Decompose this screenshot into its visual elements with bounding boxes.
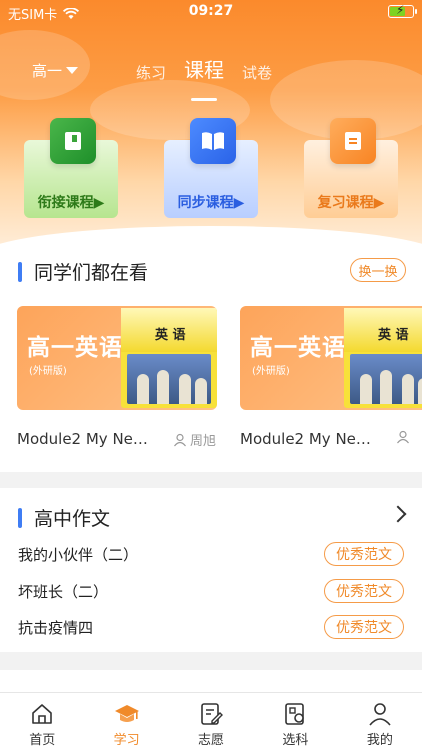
title-accent-bar	[18, 261, 22, 282]
nav-mine-label: 我的	[366, 733, 393, 748]
app-screen: 无SIM卡 09:27 ⚡ 高一 练习 课程 试卷 衔接课程▶ 同步课程▶ 复习…	[0, 0, 422, 750]
grade-selector[interactable]: 高一	[32, 60, 79, 81]
video-card[interactable]: 高一英语 (外研版) 英 语	[240, 306, 422, 410]
essay-section-title: 高中作文	[18, 504, 110, 531]
bridge-course-card[interactable]: 衔接课程▶	[24, 118, 118, 218]
sync-course-card[interactable]: 同步课程▶	[164, 118, 258, 218]
essay-item[interactable]: 坏班长（二） 优秀范文	[18, 579, 404, 603]
video-cover-title: 高一英语	[27, 335, 123, 361]
watch-title-text: 同学们都在看	[34, 262, 149, 284]
notes-icon	[330, 118, 376, 164]
user-icon	[397, 430, 409, 444]
edit-form-icon	[201, 703, 224, 725]
home-icon	[32, 704, 53, 724]
nav-volunteer-label: 志愿	[198, 733, 225, 748]
video-author: 周旭	[173, 430, 216, 449]
tab-practice[interactable]: 练习	[136, 62, 166, 87]
essay-title-text: 高中作文	[34, 508, 111, 530]
nav-subject-label: 选科	[282, 733, 309, 748]
subject-select-icon	[285, 703, 305, 725]
nav-home[interactable]: 首页	[0, 693, 84, 750]
swap-button[interactable]: 换一换	[350, 258, 406, 282]
textbook-cover-image: 英 语	[121, 308, 217, 408]
book-bookmark-icon	[50, 118, 96, 164]
sync-course-label: 同步课程▶	[177, 195, 245, 211]
essay-item-title: 我的小伙伴（二）	[18, 545, 139, 564]
watch-section: 同学们都在看 换一换 高一英语 (外研版) 英 语 Module2 My Ne……	[0, 244, 422, 472]
nav-study-label: 学习	[113, 733, 140, 748]
essay-item[interactable]: 我的小伙伴（二） 优秀范文	[18, 542, 404, 566]
status-time: 09:27	[188, 3, 234, 19]
battery-icon: ⚡	[388, 3, 417, 18]
chevron-down-icon	[66, 67, 79, 74]
video-author	[396, 430, 410, 444]
textbook-cover-image: 英 语	[344, 308, 422, 408]
grade-label: 高一	[32, 62, 63, 80]
title-accent-bar	[18, 507, 22, 528]
watch-section-title: 同学们都在看	[18, 258, 148, 285]
excellent-essay-badge[interactable]: 优秀范文	[324, 542, 404, 566]
book-cover-word: 英 语	[378, 328, 409, 343]
video-cover-title: 高一英语	[250, 335, 346, 361]
nav-subject[interactable]: 选科	[253, 693, 337, 750]
nav-mine[interactable]: 我的	[338, 693, 422, 750]
excellent-essay-badge[interactable]: 优秀范文	[324, 579, 404, 603]
review-course-card[interactable]: 复习课程▶	[304, 118, 398, 218]
essay-section: 高中作文 我的小伙伴（二） 优秀范文 坏班长（二） 优秀范文 抗击疫情四 优秀范…	[0, 488, 422, 652]
nav-study[interactable]: 学习	[84, 693, 168, 750]
video-cover-subtitle: (外研版)	[252, 366, 290, 377]
user-icon	[369, 703, 391, 726]
graduation-cap-icon	[114, 705, 139, 722]
book-cover-word: 英 语	[155, 328, 186, 343]
video-caption[interactable]: Module2 My Ne…	[240, 430, 371, 448]
essay-item[interactable]: 抗击疫情四 优秀范文	[18, 615, 404, 639]
nav-volunteer[interactable]: 志愿	[169, 693, 253, 750]
course-header: 无SIM卡 09:27 ⚡ 高一 练习 课程 试卷 衔接课程▶ 同步课程▶ 复习…	[0, 0, 422, 260]
user-icon	[174, 433, 186, 446]
nav-home-label: 首页	[29, 733, 56, 748]
tab-course[interactable]: 课程	[184, 54, 224, 87]
essay-item-title: 抗击疫情四	[18, 618, 94, 637]
open-book-icon	[190, 118, 236, 164]
review-course-label: 复习课程▶	[317, 195, 385, 211]
chevron-right-icon[interactable]	[389, 505, 407, 523]
video-caption[interactable]: Module2 My Ne…	[17, 430, 148, 448]
video-cover-subtitle: (外研版)	[29, 366, 67, 377]
bottom-nav: 首页 学习 志愿 选科 我的	[0, 692, 422, 750]
bridge-course-label: 衔接课程▶	[37, 195, 105, 211]
status-bar: 无SIM卡 09:27 ⚡	[0, 0, 422, 24]
course-cards: 衔接课程▶ 同步课程▶ 复习课程▶	[0, 118, 422, 228]
tab-exam[interactable]: 试卷	[242, 62, 272, 87]
video-card[interactable]: 高一英语 (外研版) 英 语	[17, 306, 217, 410]
top-tabs: 练习 课程 试卷	[136, 54, 272, 87]
essay-item-title: 坏班长（二）	[18, 582, 109, 601]
excellent-essay-badge[interactable]: 优秀范文	[324, 615, 404, 639]
video-author-name: 周旭	[190, 434, 217, 449]
